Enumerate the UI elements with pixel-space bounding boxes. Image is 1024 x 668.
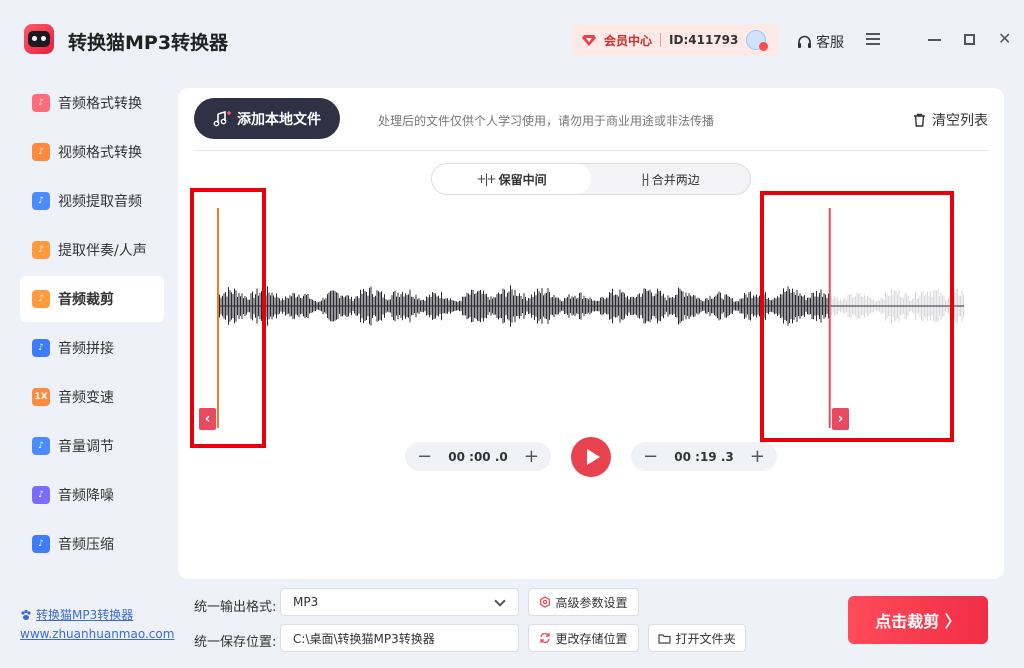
open-folder-button[interactable]: 打开文件夹 (648, 624, 746, 652)
user-id: ID:411793 (669, 33, 739, 47)
sidebar-item-label: 音频格式转换 (58, 96, 142, 112)
sidebar: ♪ 音频格式转换 ♪ 视频格式转换 ♪ 视频提取音频 ♪ 提取伴奏/人声 ♪ 音频裁剪 ♪ 音频拼接 1… (20, 80, 164, 570)
sidebar-item-label: 音频拼接 (58, 341, 114, 357)
paw-icon (21, 609, 31, 620)
sidebar-item-denoise[interactable]: ♪ 音频降噪 (20, 472, 164, 518)
sidebar-item-label: 音频压缩 (58, 537, 114, 553)
end-time-increment[interactable]: + (750, 447, 765, 466)
folder-icon (658, 633, 672, 644)
toolbar-divider (194, 150, 988, 151)
keep-middle-icon: +|+ (476, 172, 496, 186)
audio-cut-icon: ♪ (32, 290, 50, 308)
sidebar-item-audio-speed[interactable]: 1X 音频变速 (20, 374, 164, 420)
avatar[interactable] (746, 30, 769, 51)
video-format-icon: ♪ (32, 143, 50, 161)
title-bar: 转换猫MP3转换器 会员中心 ID:411793 客服 ✕ (0, 0, 1024, 80)
sidebar-item-label: 视频格式转换 (58, 145, 142, 161)
mode-keep-middle-label: 保留中间 (498, 172, 547, 187)
sidebar-item-video-extract[interactable]: ♪ 视频提取音频 (20, 178, 164, 224)
compress-icon: ♪ (32, 535, 50, 553)
sidebar-item-label: 音频变速 (58, 390, 114, 406)
start-time-value[interactable]: 00 :00 .0 (448, 450, 507, 464)
output-format-value: MP3 (293, 595, 319, 609)
clear-list-button[interactable]: 清空列表 (913, 110, 988, 130)
app-title: 转换猫MP3转换器 (68, 32, 229, 54)
start-time-increment[interactable]: + (524, 447, 539, 466)
audio-waveform[interactable] (178, 88, 1004, 579)
video-extract-icon: ♪ (32, 192, 50, 210)
advanced-settings-label: 高级参数设置 (555, 595, 628, 610)
support-label: 客服 (816, 35, 844, 51)
save-path-value: C:\桌面\转换猫MP3转换器 (293, 631, 435, 646)
refresh-icon (540, 633, 551, 643)
audio-format-icon: ♪ (32, 94, 50, 112)
open-folder-label: 打开文件夹 (675, 631, 736, 646)
trash-icon (914, 113, 925, 127)
advanced-settings-button[interactable]: 高级参数设置 (528, 588, 639, 616)
footer-url[interactable]: www.zhuanhuanmao.com (20, 627, 174, 641)
sidebar-item-volume[interactable]: ♪ 音量调节 (20, 423, 164, 469)
change-location-button[interactable]: 更改存储位置 (528, 624, 639, 652)
footer-brand-link[interactable]: 转换猫MP3转换器 www.zhuanhuanmao.com (20, 606, 174, 641)
music-add-icon (213, 110, 231, 126)
sidebar-item-audio-cut[interactable]: ♪ 音频裁剪 (20, 276, 164, 322)
hexagon-settings-icon (540, 596, 551, 608)
sidebar-item-audio-format[interactable]: ♪ 音频格式转换 (20, 80, 164, 126)
output-format-label: 统一输出格式: (194, 600, 277, 615)
sidebar-item-video-format[interactable]: ♪ 视频格式转换 (20, 129, 164, 175)
save-path-field[interactable]: C:\桌面\转换猫MP3转换器 (280, 624, 519, 652)
sidebar-item-label: 提取伴奏/人声 (58, 243, 147, 259)
mode-merge-sides[interactable]: |-| 合并两边 (591, 164, 750, 194)
trim-mode-toggle: +|+ 保留中间 |-| 合并两边 (431, 163, 751, 195)
start-trim-label: 点击裁剪 〉 (875, 612, 961, 631)
output-format-select[interactable]: MP3 (280, 588, 519, 616)
sidebar-item-label: 视频提取音频 (58, 194, 142, 210)
play-button[interactable] (571, 437, 611, 477)
start-time-decrement[interactable]: − (417, 447, 432, 466)
end-time-value[interactable]: 00 :19 .3 (674, 450, 733, 464)
mode-keep-middle[interactable]: +|+ 保留中间 (432, 164, 591, 194)
sidebar-item-label: 音量调节 (58, 439, 114, 455)
end-time-stepper: − 00 :19 .3 + (631, 442, 777, 471)
menu-icon[interactable] (866, 33, 880, 45)
volume-icon: ♪ (32, 437, 50, 455)
change-location-label: 更改存储位置 (555, 631, 628, 646)
sidebar-item-vocal-split[interactable]: ♪ 提取伴奏/人声 (20, 227, 164, 273)
save-location-label: 统一保存位置: (194, 635, 277, 650)
minimize-button[interactable] (928, 39, 941, 41)
footer-brand[interactable]: 转换猫MP3转换器 (36, 606, 133, 623)
trim-start-handle[interactable]: ‹ (199, 408, 216, 430)
trim-end-handle[interactable]: › (832, 408, 849, 430)
vip-divider (660, 33, 662, 47)
app-logo-icon (24, 24, 54, 54)
sidebar-item-audio-join[interactable]: ♪ 音频拼接 (20, 325, 164, 371)
usage-notice: 处理后的文件仅供个人学习使用，请勿用于商业用途或非法传播 (378, 114, 715, 128)
denoise-icon: ♪ (32, 486, 50, 504)
headset-icon (798, 35, 811, 48)
vip-center[interactable]: 会员中心 ID:411793 (572, 24, 779, 56)
sidebar-item-label: 音频裁剪 (58, 292, 114, 308)
chevron-right-icon: › (837, 411, 844, 427)
chevron-left-icon: ‹ (204, 411, 211, 427)
audio-speed-icon: 1X (32, 388, 50, 406)
start-time-stepper: − 00 :00 .0 + (405, 442, 551, 471)
add-local-file-button[interactable]: 添加本地文件 (194, 98, 340, 139)
start-trim-button[interactable]: 点击裁剪 〉 (848, 596, 988, 644)
audio-join-icon: ♪ (32, 339, 50, 357)
maximize-button[interactable] (964, 34, 975, 45)
vip-label: 会员中心 (604, 33, 653, 48)
add-local-file-label: 添加本地文件 (237, 111, 321, 128)
sidebar-item-label: 音频降噪 (58, 488, 114, 504)
chevron-down-icon (494, 595, 506, 607)
close-button[interactable]: ✕ (998, 30, 1011, 48)
merge-sides-icon: |-| (641, 172, 650, 186)
vip-diamond-icon (582, 35, 596, 46)
vocal-split-icon: ♪ (32, 241, 50, 259)
support-button[interactable]: 客服 (797, 32, 844, 52)
main-panel: 添加本地文件 处理后的文件仅供个人学习使用，请勿用于商业用途或非法传播 清空列表… (178, 88, 1004, 579)
sidebar-item-compress[interactable]: ♪ 音频压缩 (20, 521, 164, 567)
end-time-decrement[interactable]: − (643, 447, 658, 466)
mode-merge-sides-label: 合并两边 (651, 172, 700, 187)
clear-list-label: 清空列表 (932, 113, 988, 129)
